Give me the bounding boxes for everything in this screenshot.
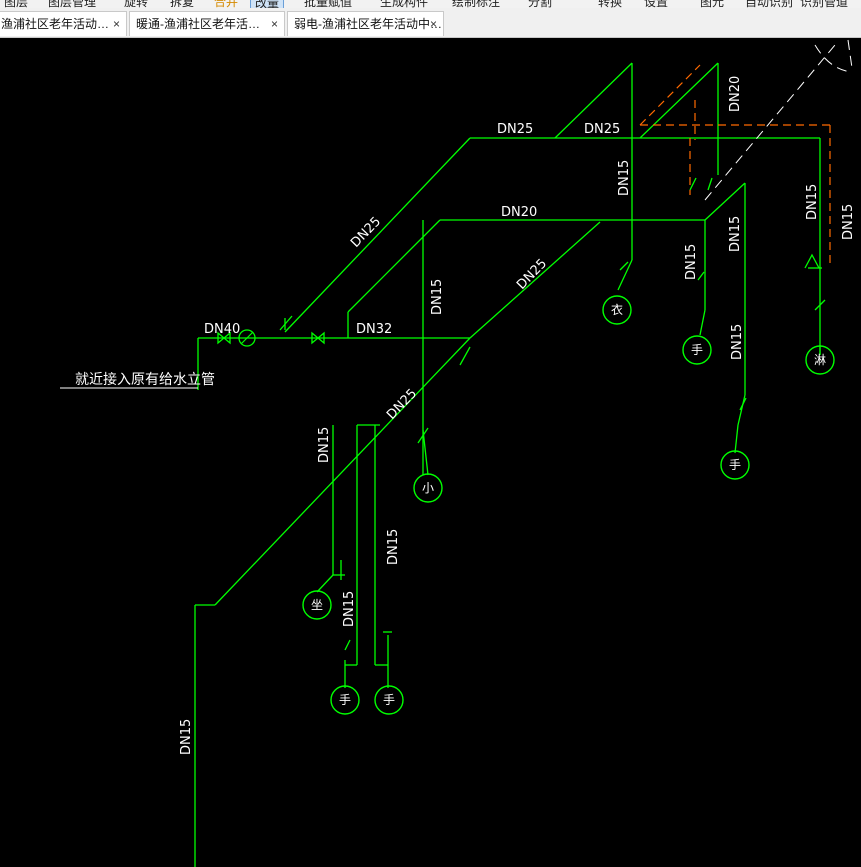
pipe-label: DN40 xyxy=(204,322,240,337)
tab-hvac-drawing[interactable]: 暖通-渔浦社区老年活… × xyxy=(129,11,285,36)
toolbar-item-layer[interactable]: 图层 xyxy=(4,0,28,8)
toolbar-item-auto-recognize[interactable]: 自动识别 xyxy=(745,0,793,8)
pipe-label: DN32 xyxy=(356,322,392,337)
inlet-note: 就近接入原有给水立管 xyxy=(75,371,215,388)
toolbar-item-recognize-pipe[interactable]: 识别管道 xyxy=(800,0,848,8)
pipe-label: DN20 xyxy=(501,205,537,220)
toolbar-item-layer-manager[interactable]: 图层管理 xyxy=(48,0,96,8)
fixture-label-7: 手 xyxy=(339,693,351,707)
pipe-label: DN25 xyxy=(384,386,420,423)
fixture-label-1: 衣 xyxy=(611,302,623,317)
toolbar-item-change-quantity[interactable]: 改量 xyxy=(250,0,285,8)
plumbing-isometric-drawing: 衣 手 淋 手 小 坐 手 手 DN25 DN25 DN20 DN40 DN32… xyxy=(60,39,856,867)
pipe-label: DN15 xyxy=(317,427,332,463)
pipe-label: DN15 xyxy=(617,160,632,196)
ribbon-toolbar: 图层 图层管理 旋转 拆复 合并 改量 批量赋值 生成构件 绘制标注 分割 转换… xyxy=(0,0,861,8)
tab-label: 渔浦社区老年活动… xyxy=(1,17,110,31)
close-icon[interactable]: × xyxy=(430,12,437,36)
fixture-label-5: 小 xyxy=(422,481,434,495)
pipe-label: DN15 xyxy=(805,184,820,220)
close-icon[interactable]: × xyxy=(271,12,278,36)
fixture-label-2: 手 xyxy=(691,343,703,357)
pipe-label: DN15 xyxy=(728,216,743,252)
fixture-label-8: 手 xyxy=(383,693,395,707)
pipe-label: DN15 xyxy=(684,244,699,280)
fixture-label-4: 手 xyxy=(729,458,741,472)
pipe-label: DN15 xyxy=(342,591,357,627)
tab-label: 弱电-渔浦社区老年活动中… xyxy=(294,17,442,31)
pipe-label: DN15 xyxy=(179,719,194,755)
toolbar-item-batch-assign[interactable]: 批量赋值 xyxy=(304,0,352,8)
tab-low-voltage-drawing[interactable]: 弱电-渔浦社区老年活动中… × xyxy=(287,11,444,36)
cad-drawing-canvas[interactable]: 衣 手 淋 手 小 坐 手 手 DN25 DN25 DN20 DN40 DN32… xyxy=(0,38,861,867)
pipe-label: DN25 xyxy=(514,256,550,293)
toolbar-item-rotate[interactable]: 旋转 xyxy=(124,0,148,8)
fixture-label-3: 淋 xyxy=(814,353,826,367)
toolbar-item-split[interactable]: 分割 xyxy=(528,0,552,8)
toolbar-item-generate[interactable]: 生成构件 xyxy=(380,0,428,8)
fixture-label-6: 坐 xyxy=(311,598,323,612)
pipe-label: DN15 xyxy=(430,279,445,315)
pipe-label: DN25 xyxy=(584,122,620,137)
document-tab-bar: 渔浦社区老年活动… × 暖通-渔浦社区老年活… × 弱电-渔浦社区老年活动中… … xyxy=(0,8,861,38)
pipe-label: DN15 xyxy=(841,204,856,240)
toolbar-item-convert[interactable]: 转换 xyxy=(598,0,622,8)
pipe-label: DN25 xyxy=(348,214,384,251)
close-icon[interactable]: × xyxy=(113,12,120,36)
toolbar-item-copy[interactable]: 拆复 xyxy=(170,0,194,8)
toolbar-item-element[interactable]: 图元 xyxy=(700,0,724,8)
pipe-label: DN25 xyxy=(497,122,533,137)
pipe-label: DN15 xyxy=(386,529,401,565)
pipe-label: DN15 xyxy=(730,324,745,360)
pipe-label: DN20 xyxy=(728,76,743,112)
reference-line xyxy=(704,39,853,201)
toolbar-item-merge[interactable]: 合并 xyxy=(214,0,238,8)
toolbar-item-annotate[interactable]: 绘制标注 xyxy=(452,0,500,8)
tab-plumbing-drawing[interactable]: 渔浦社区老年活动… × xyxy=(0,11,127,36)
tab-label: 暖通-渔浦社区老年活… xyxy=(136,17,260,31)
toolbar-item-settings[interactable]: 设置 xyxy=(644,0,668,8)
